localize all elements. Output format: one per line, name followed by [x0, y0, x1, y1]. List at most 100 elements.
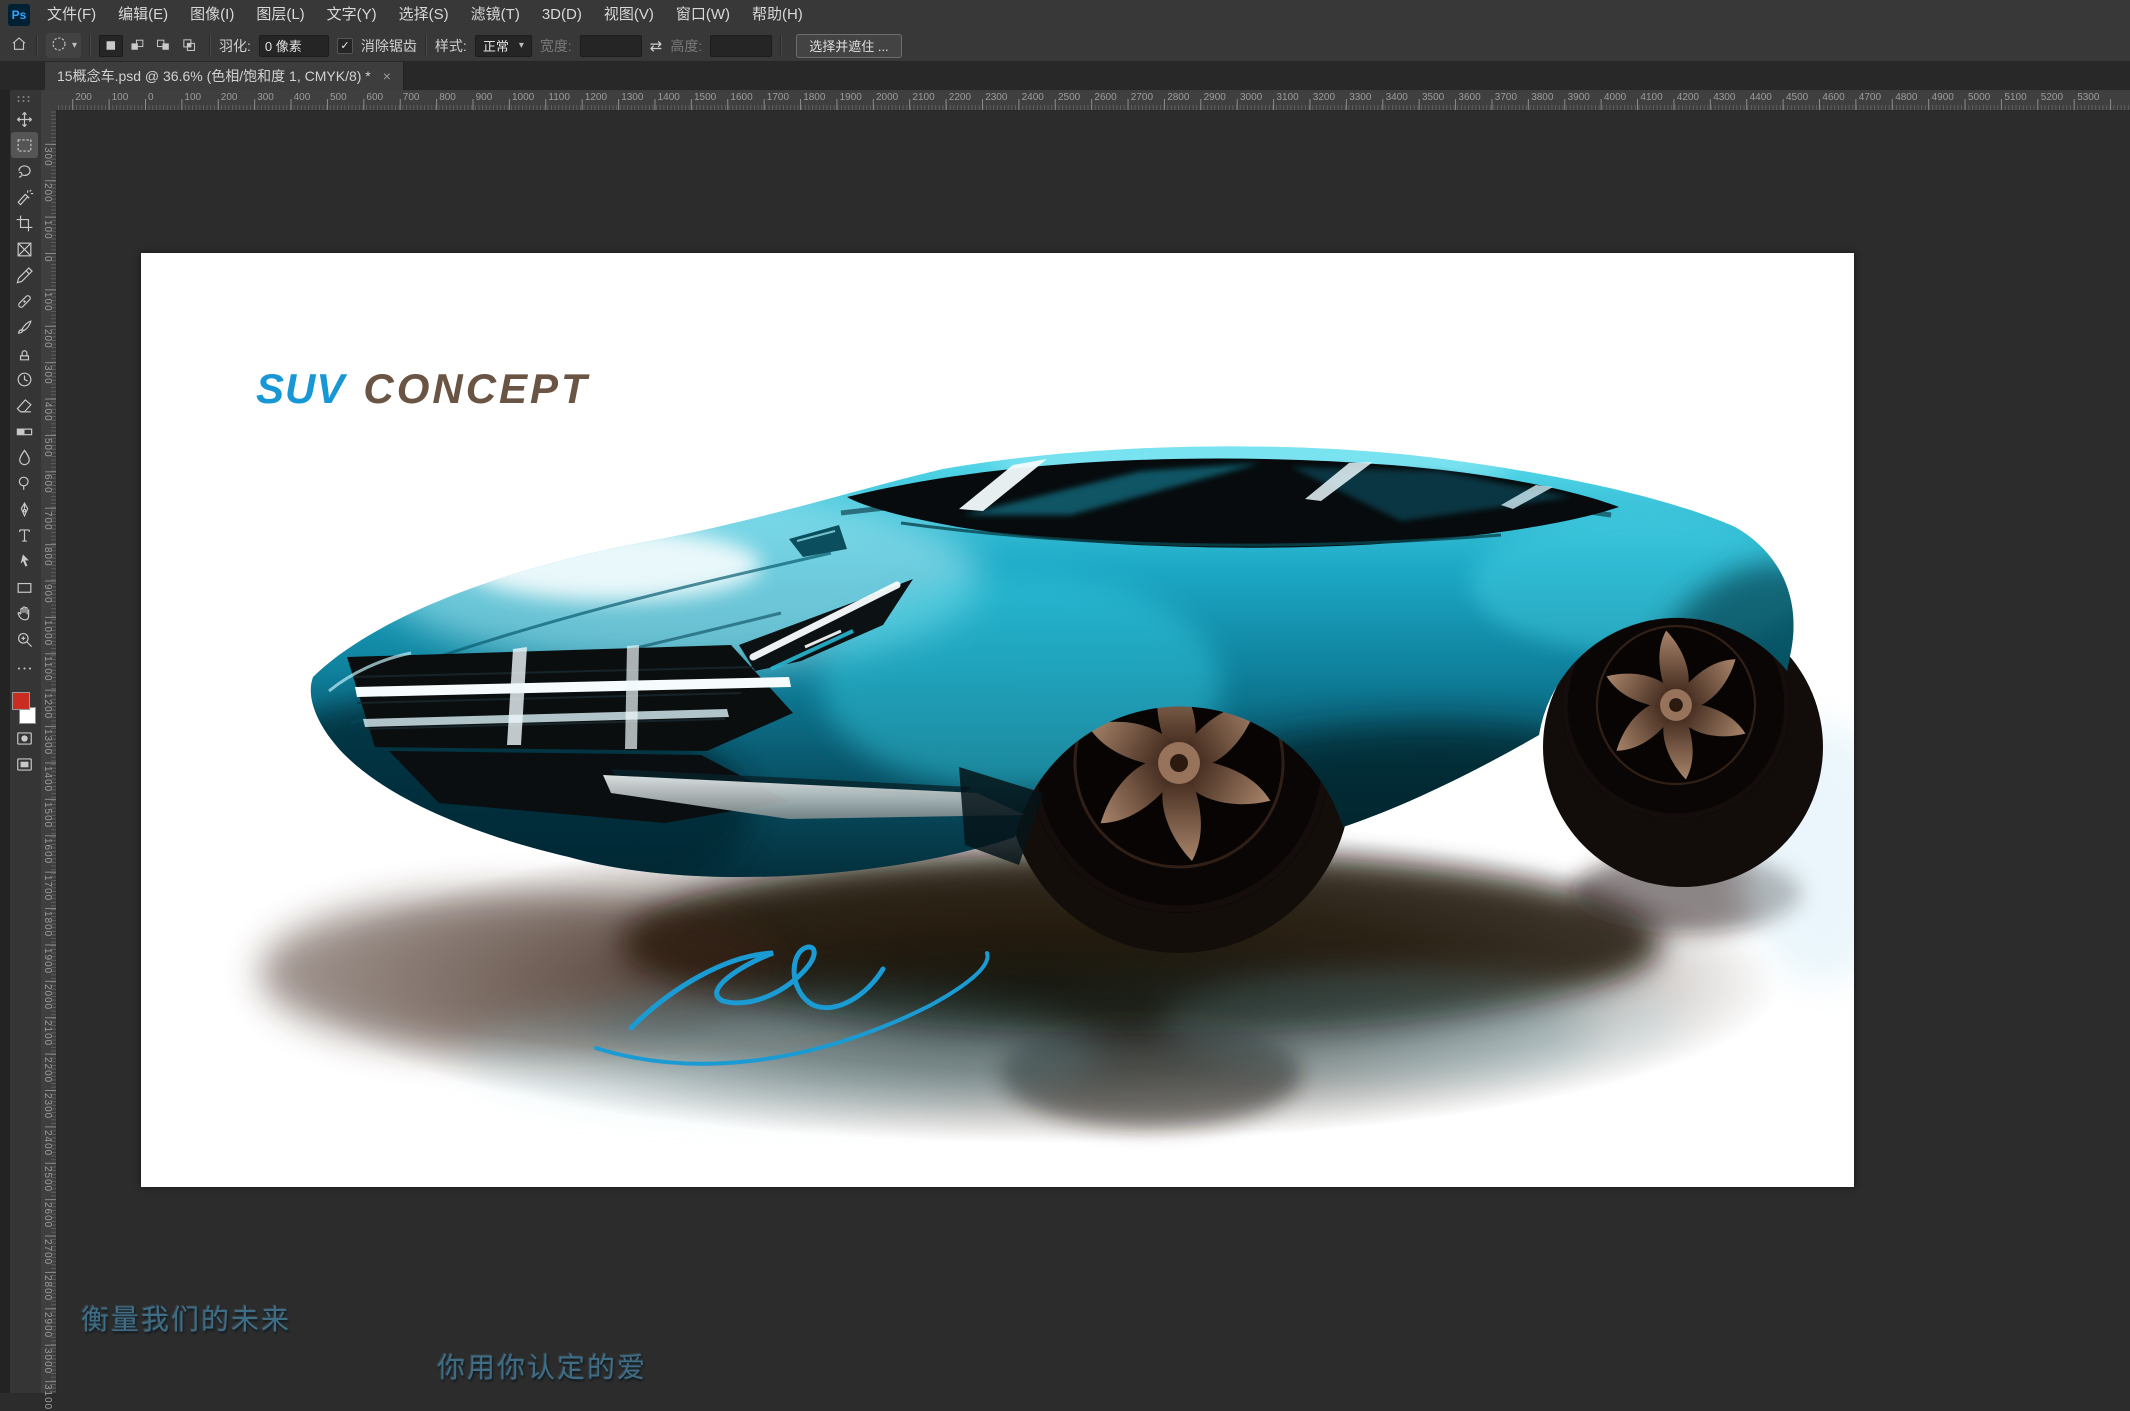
eyedropper-tool[interactable]: [11, 262, 38, 288]
hruler-label: 3000: [1240, 92, 1262, 103]
feather-input[interactable]: [259, 35, 329, 57]
quick-selection-tool[interactable]: [11, 184, 38, 210]
menu-文件[interactable]: 文件(F): [36, 0, 107, 30]
menu-选择[interactable]: 选择(S): [388, 0, 460, 30]
vertical-ruler[interactable]: 3002001000100200300400500600700800900100…: [41, 110, 57, 1393]
move-tool[interactable]: [11, 106, 38, 132]
menu-编辑[interactable]: 编辑(E): [107, 0, 179, 30]
menu-3D[interactable]: 3D(D): [531, 0, 593, 30]
toolbar-tools: [0, 106, 41, 652]
gradient-tool[interactable]: [11, 418, 38, 444]
type-tool[interactable]: [11, 522, 38, 548]
ellipsis-icon: [15, 659, 34, 683]
watermark-text-2: 你用你认定的爱: [437, 1346, 647, 1386]
document-artboard[interactable]: SUVCONCEPT: [141, 253, 1854, 1187]
screen-mode-button[interactable]: [11, 754, 38, 780]
hruler-label: 3700: [1495, 92, 1517, 103]
menu-滤镜[interactable]: 滤镜(T): [460, 0, 531, 30]
hruler-label: 4500: [1786, 92, 1808, 103]
menu-文字[interactable]: 文字(Y): [316, 0, 388, 30]
crop-tool[interactable]: [11, 210, 38, 236]
rectangle-tool[interactable]: [11, 574, 38, 600]
hruler-label: 800: [439, 92, 456, 103]
add-to-selection-button[interactable]: [125, 35, 149, 57]
style-dropdown[interactable]: 正常 ▾: [475, 35, 532, 57]
antialias-label: 消除锯齿: [361, 36, 417, 56]
swap-dimensions-icon[interactable]: ⇄: [650, 37, 663, 55]
edit-toolbar-button[interactable]: [11, 658, 38, 684]
canvas-area[interactable]: SUVCONCEPT 衡量我们的未来 你用你认定的爱: [56, 110, 2130, 1393]
new-selection-button[interactable]: [99, 35, 123, 57]
hruler-label: 4900: [1932, 92, 1954, 103]
path-selection-tool[interactable]: [11, 548, 38, 574]
select-and-mask-button[interactable]: 选择并遮住 ...: [796, 34, 901, 58]
subtract-from-selection-button[interactable]: [151, 35, 175, 57]
vruler-label: 1900: [42, 948, 53, 974]
hruler-label: 2400: [1022, 92, 1044, 103]
active-tool-preset[interactable]: ▾: [46, 33, 81, 58]
vruler-label: 0: [42, 256, 53, 263]
vruler-label: 1200: [42, 693, 53, 719]
menu-图层[interactable]: 图层(L): [245, 0, 315, 30]
hruler-label: 100: [112, 92, 129, 103]
vruler-label: 2100: [42, 1020, 53, 1046]
vruler-label: 200: [42, 183, 53, 203]
hruler-label: 1700: [767, 92, 789, 103]
eraser-tool[interactable]: [11, 392, 38, 418]
hruler-label: 200: [221, 92, 238, 103]
history-brush-tool[interactable]: [11, 366, 38, 392]
hruler-label: 2600: [1094, 92, 1116, 103]
color-swatches[interactable]: [11, 692, 38, 724]
document-tab[interactable]: 15概念车.psd @ 36.6% (色相/饱和度 1, CMYK/8) * ×: [45, 62, 404, 90]
home-button[interactable]: [10, 35, 28, 56]
hruler-label: 2200: [949, 92, 971, 103]
hruler-label: 2900: [1204, 92, 1226, 103]
hruler-label: 3600: [1458, 92, 1480, 103]
vruler-label: 100: [42, 292, 53, 312]
hruler-label: 700: [403, 92, 420, 103]
height-input[interactable]: [710, 35, 772, 57]
dodge-tool[interactable]: [11, 470, 38, 496]
menu-bar-items: 文件(F)编辑(E)图像(I)图层(L)文字(Y)选择(S)滤镜(T)3D(D)…: [36, 0, 814, 30]
blur-tool[interactable]: [11, 444, 38, 470]
vruler-label: 1600: [42, 838, 53, 864]
hruler-label: 1200: [585, 92, 607, 103]
hand-tool[interactable]: [11, 600, 38, 626]
rectangular-marquee-tool[interactable]: [11, 132, 38, 158]
intersect-with-selection-button[interactable]: [177, 35, 201, 57]
foreground-color-swatch[interactable]: [12, 692, 30, 710]
hruler-label: 1500: [694, 92, 716, 103]
pen-tool[interactable]: [11, 496, 38, 522]
artwork-title-concept: CONCEPT: [363, 365, 589, 412]
spot-healing-brush-tool[interactable]: [11, 288, 38, 314]
hruler-label: 3500: [1422, 92, 1444, 103]
quick-mask-button[interactable]: [11, 728, 38, 754]
document-tab-bar: 15概念车.psd @ 36.6% (色相/饱和度 1, CMYK/8) * ×: [0, 61, 2130, 90]
height-label: 高度:: [670, 36, 702, 56]
menu-帮助[interactable]: 帮助(H): [741, 0, 814, 30]
hruler-label: 4600: [1822, 92, 1844, 103]
antialias-checkbox[interactable]: ✓: [337, 38, 353, 54]
menu-视图[interactable]: 视图(V): [593, 0, 665, 30]
menu-窗口[interactable]: 窗口(W): [665, 0, 741, 30]
width-input[interactable]: [580, 35, 642, 57]
horizontal-ruler[interactable]: 2001000100200300400500600700800900100011…: [41, 90, 2130, 111]
clone-stamp-tool[interactable]: [11, 340, 38, 366]
vruler-label: 1800: [42, 911, 53, 937]
hruler-label: 3800: [1531, 92, 1553, 103]
menu-图像[interactable]: 图像(I): [179, 0, 245, 30]
vruler-label: 1700: [42, 875, 53, 901]
vruler-label: 1000: [42, 620, 53, 646]
lasso-tool[interactable]: [11, 158, 38, 184]
brush-tool[interactable]: [11, 314, 38, 340]
vruler-label: 600: [42, 474, 53, 494]
panel-grip-icon[interactable]: [16, 95, 32, 102]
close-tab-icon[interactable]: ×: [383, 68, 391, 84]
vruler-label: 2800: [42, 1275, 53, 1301]
frame-tool[interactable]: [11, 236, 38, 262]
vruler-label: 3000: [42, 1348, 53, 1374]
vruler-label: 900: [42, 584, 53, 604]
zoom-tool[interactable]: [11, 626, 38, 652]
vruler-label: 300: [42, 365, 53, 385]
vruler-label: 700: [42, 511, 53, 531]
